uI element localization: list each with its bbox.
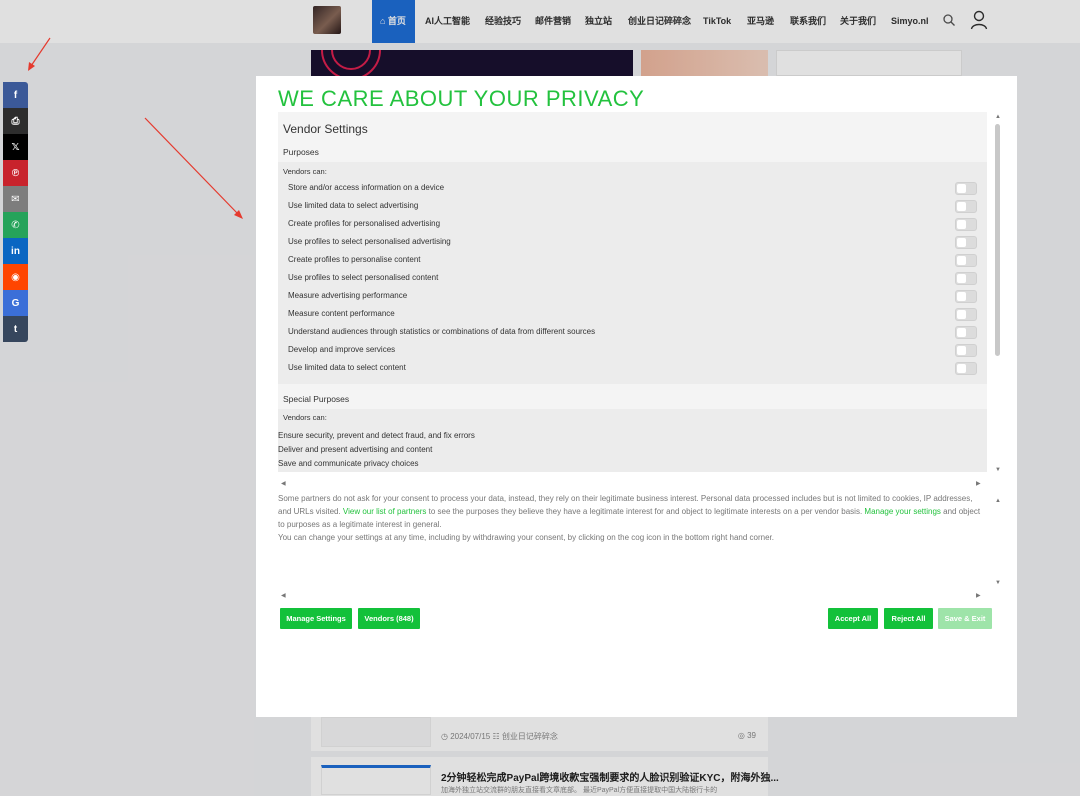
manage-settings-button[interactable]: Manage Settings (280, 608, 352, 629)
legitimate-interest-info: Some partners do not ask for your consen… (278, 492, 987, 587)
reddit-icon: ◉ (11, 271, 20, 283)
special-purpose-item: Save and communicate privacy choices (278, 459, 419, 468)
purpose-toggle[interactable] (955, 326, 977, 339)
vendor-settings-heading: Vendor Settings (283, 122, 368, 136)
scroll-down-icon[interactable]: ▼ (995, 580, 1001, 586)
purpose-row: Use limited data to select advertising (278, 198, 987, 216)
purpose-row: Create profiles for personalised adverti… (278, 216, 987, 234)
info-paragraph: Some partners do not ask for your consen… (278, 492, 987, 531)
purpose-row: Measure advertising performance (278, 288, 987, 306)
purpose-toggle[interactable] (955, 218, 977, 231)
purpose-row: Use limited data to select content (278, 360, 987, 378)
info-scrollbar[interactable]: ▲ ▼ (987, 492, 1009, 587)
special-purposes-heading: Special Purposes (283, 394, 350, 404)
purpose-row: Create profiles to personalise content (278, 252, 987, 270)
purpose-toggle[interactable] (955, 236, 977, 249)
purpose-row: Measure content performance (278, 306, 987, 324)
special-purpose-item: Ensure security, prevent and detect frau… (278, 431, 475, 440)
share-google-button[interactable]: G (3, 290, 28, 316)
share-linkedin-button[interactable]: in (3, 238, 28, 264)
annotation-arrows (28, 37, 243, 219)
purpose-label: Develop and improve services (288, 345, 396, 354)
purpose-label: Store and/or access information on a dev… (288, 183, 445, 192)
purpose-toggle[interactable] (955, 308, 977, 321)
linkedin-icon: in (11, 245, 20, 257)
vendor-settings-scrollbar[interactable]: ▲ ▼ (987, 112, 1009, 473)
purpose-label: Measure advertising performance (288, 291, 408, 300)
purpose-toggle[interactable] (955, 272, 977, 285)
purpose-toggle[interactable] (955, 290, 977, 303)
purpose-label: Use profiles to select personalised adve… (288, 237, 451, 246)
purpose-toggle[interactable] (955, 200, 977, 213)
privacy-consent-modal: WE CARE ABOUT YOUR PRIVACY Vendor Settin… (256, 76, 1017, 717)
info-paragraph-2: You can change your settings at any time… (278, 533, 774, 542)
purpose-row: Store and/or access information on a dev… (278, 180, 987, 198)
save-exit-button[interactable]: Save & Exit (938, 608, 992, 629)
special-purposes-block: Vendors can: Ensure security, prevent an… (278, 409, 987, 472)
purpose-toggle[interactable] (955, 344, 977, 357)
scroll-left-icon[interactable]: ◀ (281, 480, 286, 487)
scroll-down-icon[interactable]: ▼ (995, 467, 1001, 473)
purpose-row: Use profiles to select personalised cont… (278, 270, 987, 288)
purposes-block: Vendors can: Store and/or access informa… (278, 162, 987, 384)
modal-title: WE CARE ABOUT YOUR PRIVACY (278, 86, 645, 111)
scrollbar-thumb[interactable] (995, 124, 1000, 356)
horizontal-scrollbar[interactable]: ◀ ▶ (278, 478, 987, 490)
special-vendors-can-label: Vendors can: (283, 413, 327, 422)
purposes-heading: Purposes (283, 147, 319, 157)
scroll-right-icon[interactable]: ▶ (976, 480, 981, 487)
manage-settings-link[interactable]: Manage your settings (864, 507, 941, 516)
purpose-toggle[interactable] (955, 254, 977, 267)
vendors-button[interactable]: Vendors (848) (358, 608, 420, 629)
share-tumblr-button[interactable]: t (3, 316, 28, 342)
vendors-can-label: Vendors can: (283, 167, 327, 176)
purpose-label: Use profiles to select personalised cont… (288, 273, 439, 282)
share-reddit-button[interactable]: ◉ (3, 264, 28, 290)
scroll-up-icon[interactable]: ▲ (995, 114, 1001, 120)
purpose-label: Use limited data to select advertising (288, 201, 419, 210)
horizontal-scrollbar[interactable]: ◀ ▶ (278, 590, 987, 602)
tumblr-icon: t (13, 323, 18, 335)
purpose-row: Use profiles to select personalised adve… (278, 234, 987, 252)
purpose-row: Understand audiences through statistics … (278, 324, 987, 342)
purpose-label: Measure content performance (288, 309, 395, 318)
purpose-row: Develop and improve services (278, 342, 987, 360)
reject-all-button[interactable]: Reject All (884, 608, 933, 629)
scroll-left-icon[interactable]: ◀ (281, 592, 286, 599)
partners-list-link[interactable]: View our list of partners (343, 507, 426, 516)
special-purpose-item: Deliver and present advertising and cont… (278, 445, 433, 454)
purpose-label: Create profiles to personalise content (288, 255, 421, 264)
vendor-settings-panel: Vendor Settings Purposes Vendors can: St… (278, 112, 1009, 473)
scroll-right-icon[interactable]: ▶ (976, 592, 981, 599)
purpose-label: Create profiles for personalised adverti… (288, 219, 441, 228)
google-icon: G (11, 297, 20, 309)
info-text: to see the purposes they believe they ha… (426, 507, 865, 516)
purpose-toggle[interactable] (955, 362, 977, 375)
scroll-up-icon[interactable]: ▲ (995, 498, 1001, 504)
accept-all-button[interactable]: Accept All (828, 608, 878, 629)
purpose-toggle[interactable] (955, 182, 977, 195)
purpose-label: Use limited data to select content (288, 363, 406, 372)
purpose-label: Understand audiences through statistics … (288, 327, 596, 336)
vendor-settings-content: Vendor Settings Purposes Vendors can: St… (278, 112, 987, 472)
